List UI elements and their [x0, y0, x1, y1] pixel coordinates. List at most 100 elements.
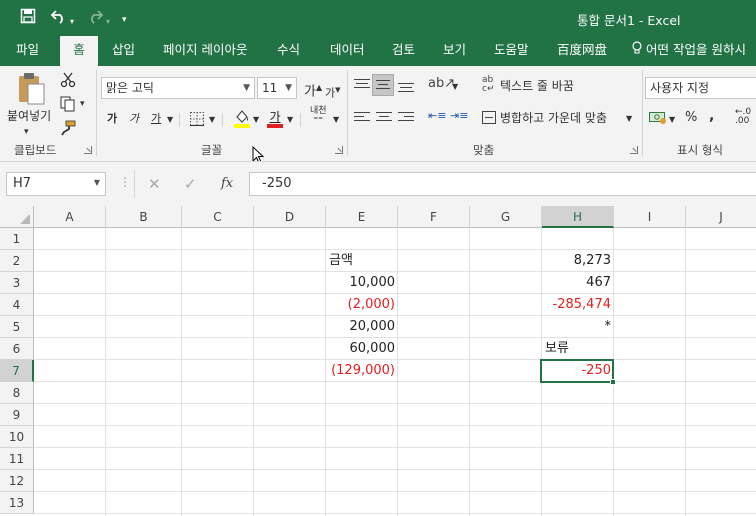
tab-home[interactable]: 홈: [60, 36, 98, 66]
shrink-font-button[interactable]: 가▼: [325, 80, 341, 104]
tab-data[interactable]: 데이터: [330, 36, 365, 66]
row-header-6[interactable]: 6: [0, 338, 34, 360]
bold-button[interactable]: 가: [107, 109, 117, 129]
align-left-icon[interactable]: [354, 110, 370, 124]
customize-qat-icon[interactable]: ▾: [122, 10, 127, 30]
tab-review[interactable]: 검토: [392, 36, 415, 66]
cell-h4[interactable]: -285,474: [542, 294, 614, 316]
accounting-dropdown-icon[interactable]: ▼: [669, 110, 675, 130]
borders-dropdown-icon[interactable]: ▼: [209, 110, 215, 130]
tab-page-layout[interactable]: 페이지 레이아웃: [163, 36, 247, 66]
merge-dropdown-icon[interactable]: ▼: [626, 109, 632, 129]
increase-decimal-icon[interactable]: ←.0.00: [735, 108, 751, 126]
format-painter-icon[interactable]: [60, 120, 76, 139]
row-header-1[interactable]: 1: [0, 228, 34, 250]
undo-dropdown-icon[interactable]: ▾: [70, 12, 74, 32]
formula-input[interactable]: -250: [249, 172, 756, 196]
column-header-j[interactable]: J: [686, 206, 756, 228]
tell-me-search[interactable]: 어떤 작업을 원하시: [632, 36, 746, 66]
underline-button[interactable]: 가: [151, 109, 161, 129]
font-color-button[interactable]: 가: [267, 108, 283, 128]
cell-h6[interactable]: 보류: [542, 338, 614, 360]
column-header-b[interactable]: B: [106, 206, 182, 228]
middle-align-icon[interactable]: [372, 74, 394, 96]
grow-font-button[interactable]: 가▲: [304, 78, 322, 102]
copy-dropdown-icon[interactable]: ▾: [80, 94, 85, 114]
comma-style-button[interactable]: ,: [709, 106, 714, 126]
insert-function-button[interactable]: fx: [221, 174, 233, 194]
bottom-align-icon[interactable]: [398, 78, 414, 92]
italic-button[interactable]: 가: [129, 109, 139, 129]
row-header-8[interactable]: 8: [0, 382, 34, 404]
font-name-combo[interactable]: 맑은 고딕 ▼: [101, 77, 255, 99]
column-header-i[interactable]: I: [614, 206, 686, 228]
tab-baidu-netdisk[interactable]: 百度网盘: [557, 36, 607, 66]
align-center-icon[interactable]: [376, 110, 392, 124]
paste-button[interactable]: 붙여넣기: [7, 106, 51, 126]
fill-handle[interactable]: [610, 379, 616, 385]
cell-h2[interactable]: 8,273: [542, 250, 614, 272]
tab-help[interactable]: 도움말: [494, 36, 529, 66]
font-launcher-icon[interactable]: [335, 146, 343, 154]
decrease-indent-icon[interactable]: ⇤≡: [428, 109, 446, 122]
row-header-9[interactable]: 9: [0, 404, 34, 426]
row-header-10[interactable]: 10: [0, 426, 34, 448]
enter-icon[interactable]: ✓: [184, 174, 197, 194]
font-size-combo[interactable]: 11 ▼: [257, 77, 297, 99]
more-options-icon[interactable]: ⋮: [119, 175, 131, 189]
row-header-12[interactable]: 12: [0, 470, 34, 492]
column-header-d[interactable]: D: [254, 206, 326, 228]
chevron-down-icon[interactable]: ▼: [94, 178, 100, 187]
cell-h3[interactable]: 467: [542, 272, 614, 294]
row-header-11[interactable]: 11: [0, 448, 34, 470]
align-right-icon[interactable]: [398, 110, 414, 124]
save-icon[interactable]: [20, 8, 36, 29]
cut-icon[interactable]: [60, 72, 76, 91]
percent-style-button[interactable]: %: [685, 108, 697, 128]
undo-icon[interactable]: [50, 8, 68, 29]
font-color-dropdown-icon[interactable]: ▼: [287, 110, 293, 130]
paste-icon[interactable]: [16, 72, 46, 109]
copy-icon[interactable]: [60, 96, 76, 115]
select-all-button[interactable]: [0, 206, 34, 228]
name-box[interactable]: H7 ▼: [6, 172, 106, 196]
fill-color-dropdown-icon[interactable]: ▼: [253, 110, 259, 130]
column-header-a[interactable]: A: [34, 206, 106, 228]
underline-dropdown-icon[interactable]: ▼: [167, 110, 173, 130]
tab-view[interactable]: 보기: [443, 36, 466, 66]
column-header-e[interactable]: E: [326, 206, 398, 228]
column-header-c[interactable]: C: [182, 206, 254, 228]
cancel-icon[interactable]: ✕: [148, 174, 161, 194]
tab-formulas[interactable]: 수식: [277, 36, 300, 66]
row-header-2[interactable]: 2: [0, 250, 34, 272]
cell-e4[interactable]: (2,000): [326, 294, 398, 316]
cell-h5[interactable]: *: [542, 316, 614, 338]
tab-file[interactable]: 파일: [16, 36, 39, 66]
orientation-dropdown-icon[interactable]: ▼: [452, 77, 458, 97]
column-header-f[interactable]: F: [398, 206, 470, 228]
cell-e5[interactable]: 20,000: [326, 316, 398, 338]
increase-indent-icon[interactable]: ⇥≡: [450, 109, 468, 122]
row-header-3[interactable]: 3: [0, 272, 34, 294]
cell-e7[interactable]: (129,000): [326, 360, 398, 382]
alignment-launcher-icon[interactable]: [630, 146, 638, 154]
cell-e6[interactable]: 60,000: [326, 338, 398, 360]
cell-e2[interactable]: 금액: [326, 250, 398, 272]
wrap-text-button[interactable]: 텍스트 줄 바꿈: [500, 76, 574, 96]
row-header-5[interactable]: 5: [0, 316, 34, 338]
row-header-7[interactable]: 7: [0, 360, 34, 382]
number-format-combo[interactable]: 사용자 지정: [645, 77, 756, 99]
merge-center-button[interactable]: 병합하고 가운데 맞춤: [500, 108, 607, 128]
phonetic-dropdown-icon[interactable]: ▼: [333, 110, 339, 130]
column-header-h[interactable]: H: [542, 206, 614, 228]
fill-color-icon[interactable]: [234, 108, 250, 131]
tab-insert[interactable]: 삽입: [112, 36, 135, 66]
row-header-13[interactable]: 13: [0, 492, 34, 514]
paste-dropdown-icon[interactable]: ▾: [24, 122, 29, 142]
cell-e3[interactable]: 10,000: [326, 272, 398, 294]
accounting-format-icon[interactable]: [649, 110, 667, 127]
column-header-g[interactable]: G: [470, 206, 542, 228]
clipboard-launcher-icon[interactable]: [84, 146, 92, 154]
top-align-icon[interactable]: [354, 78, 370, 92]
row-header-4[interactable]: 4: [0, 294, 34, 316]
